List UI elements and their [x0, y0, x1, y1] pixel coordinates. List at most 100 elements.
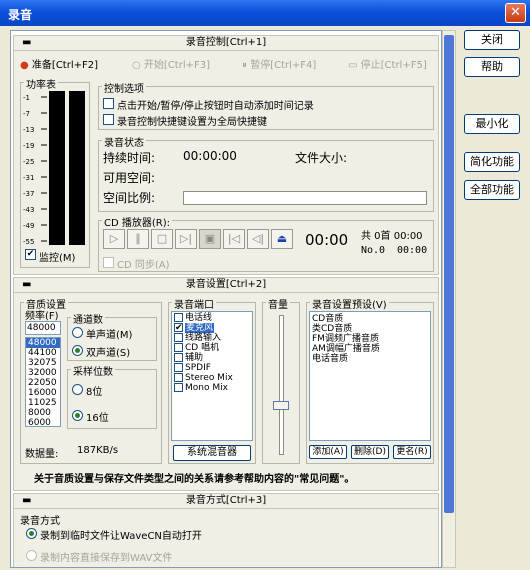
port-item-stereo-mix[interactable]: Stereo Mix	[172, 373, 252, 383]
frequency-combo[interactable]: 48000	[25, 321, 61, 335]
recording-method-header[interactable]: ▬ 录音方式[Ctrl+3]	[14, 494, 438, 509]
port-item-mono-mix[interactable]: Mono Mix	[172, 383, 252, 393]
cd-eject-button[interactable]: ⏏	[271, 229, 293, 249]
list-item[interactable]: CD音质	[310, 314, 430, 324]
save-wav-label: 录制内容直接保存到WAV文件	[40, 553, 173, 564]
port-checkbox[interactable]	[174, 383, 183, 392]
mono-label: 单声道(M)	[86, 330, 133, 341]
data-rate-label: 数据量:	[25, 449, 59, 460]
level-meter: -1 -7 -13 -19 -25 -31 -37 -43 -49 -55	[23, 91, 85, 246]
bit16-radio[interactable]	[72, 410, 83, 421]
list-item[interactable]: 6000	[26, 418, 60, 426]
list-item[interactable]: FM调频广播音质	[310, 334, 430, 344]
cd-prev-track-button[interactable]: |◁	[223, 229, 245, 249]
cd-pause-button[interactable]: ∥	[127, 229, 149, 249]
global-hotkey-checkbox[interactable]	[103, 114, 114, 125]
list-item[interactable]: 类CD音质	[310, 324, 430, 334]
port-checkbox[interactable]	[174, 333, 183, 342]
cd-rewind-button[interactable]: ◁|	[247, 229, 269, 249]
start-icon: ○	[132, 60, 141, 71]
port-item-mic[interactable]: ✔ 麦克风	[172, 323, 252, 333]
list-item[interactable]: 44100	[26, 348, 60, 358]
vertical-scrollbar[interactable]	[442, 30, 456, 568]
bit8-radio[interactable]	[72, 384, 83, 395]
stereo-label: 双声道(S)	[86, 348, 131, 359]
preset-title: 录音设置预设(V)	[310, 296, 389, 311]
cd-play-button[interactable]: ▷	[103, 229, 125, 249]
port-item-aux[interactable]: 辅助	[172, 353, 252, 363]
meter-tick-label: -55	[23, 238, 34, 246]
collapse-icon[interactable]: ▬	[22, 36, 31, 50]
full-features-button[interactable]: 全部功能	[464, 180, 520, 200]
list-item[interactable]: AM调幅广播音质	[310, 344, 430, 354]
system-mixer-button[interactable]: 系统混音器	[173, 445, 251, 461]
cd-player-group: CD 播放器(R): ▷ ∥ □ ▷| ▣ |◁ ◁| ⏏ 00:00 共 0首…	[98, 214, 434, 272]
port-checkbox[interactable]	[174, 373, 183, 382]
rename-preset-button[interactable]: 更名(R)	[393, 445, 431, 459]
frequency-list[interactable]: 48000 44100 32075 32000 22050 16000 1102…	[25, 337, 61, 427]
recording-control-header-label: 录音控制[Ctrl+1]	[185, 37, 267, 48]
port-item-line-in[interactable]: 线路输入	[172, 333, 252, 343]
list-item[interactable]: 22050	[26, 378, 60, 388]
list-item[interactable]: 16000	[26, 388, 60, 398]
port-item-cd[interactable]: CD 唱机	[172, 343, 252, 353]
auto-timestamp-checkbox[interactable]	[103, 98, 114, 109]
port-checkbox[interactable]	[174, 353, 183, 362]
tab-prepare[interactable]: ● 准备[Ctrl+F2]	[20, 56, 98, 71]
port-checkbox[interactable]	[174, 343, 183, 352]
mono-radio[interactable]	[72, 327, 83, 338]
port-checkbox[interactable]	[174, 313, 183, 322]
port-item-phone[interactable]: 电话线	[172, 313, 252, 323]
list-item[interactable]: 32075	[26, 358, 60, 368]
channels-title: 通道数	[71, 311, 105, 326]
list-item[interactable]: 11025	[26, 398, 60, 408]
temp-file-radio[interactable]	[26, 528, 37, 539]
recording-method-panel: ▬ 录音方式[Ctrl+3] 录音方式 录制到临时文件让WaveCN自动打开 录…	[13, 493, 439, 567]
help-button[interactable]: 帮助	[464, 57, 520, 77]
close-window-button[interactable]: ✕	[505, 3, 526, 23]
tab-stop[interactable]: ▭ 停止[Ctrl+F5]	[348, 56, 427, 71]
recording-control-panel: ▬ 录音控制[Ctrl+1] ● 准备[Ctrl+F2] ○ 开始[Ctrl+F…	[13, 35, 439, 275]
close-button[interactable]: 关闭	[464, 30, 520, 50]
port-checkbox[interactable]: ✔	[174, 323, 183, 333]
tab-start[interactable]: ○ 开始[Ctrl+F3]	[132, 56, 210, 71]
delete-preset-button[interactable]: 删除(D)	[351, 445, 389, 459]
list-item[interactable]: 8000	[26, 408, 60, 418]
volume-slider-track	[279, 315, 284, 455]
duration-label: 持续时间:	[103, 151, 156, 165]
volume-slider-thumb[interactable]	[273, 401, 289, 410]
tab-pause[interactable]: ⏸ 暂停[Ctrl+F4]	[242, 56, 316, 71]
power-meter-group: 功率表 -1 -7 -13 -19 -25 -31 -37 -43 -49 -55 ✔ 监控(M)	[20, 76, 90, 268]
collapse-icon[interactable]: ▬	[22, 278, 31, 292]
recording-settings-header[interactable]: ▬ 录音设置[Ctrl+2]	[14, 278, 438, 293]
list-item[interactable]: 32000	[26, 368, 60, 378]
volume-title: 音量	[266, 296, 290, 311]
channels-group: 通道数 单声道(M) 双声道(S)	[67, 311, 157, 361]
cd-next-track-button[interactable]: ▷|	[175, 229, 197, 249]
collapse-icon[interactable]: ▬	[22, 494, 31, 508]
recording-port-title: 录音端口	[172, 296, 216, 311]
port-checkbox[interactable]	[174, 363, 183, 372]
save-wav-radio[interactable]	[26, 550, 37, 561]
bit8-label: 8位	[86, 387, 103, 398]
list-item[interactable]: 电话音质	[310, 354, 430, 364]
port-list[interactable]: 电话线 ✔ 麦克风 线路输入 CD 唱机 辅助 SPDIF Stereo Mix …	[171, 311, 253, 441]
add-preset-button[interactable]: 添加(A)	[309, 445, 347, 459]
recording-status-group: 录音状态 持续时间: 00:00:00 文件大小: 可用空间: 空间比例:	[98, 134, 434, 212]
simplify-button[interactable]: 简化功能	[464, 152, 520, 172]
scrollbar-thumb[interactable]	[444, 35, 454, 513]
list-item[interactable]: 48000	[26, 338, 60, 348]
stop-icon: ▭	[348, 60, 358, 71]
cd-stop-button[interactable]: □	[151, 229, 173, 249]
monitor-checkbox[interactable]: ✔	[25, 249, 36, 260]
cd-sync-checkbox[interactable]	[103, 257, 114, 268]
minimize-button[interactable]: 最小化	[464, 114, 520, 134]
port-item-spdif[interactable]: SPDIF	[172, 363, 252, 373]
recording-control-header[interactable]: ▬ 录音控制[Ctrl+1]	[14, 36, 438, 51]
meter-tick-label: -25	[23, 158, 34, 166]
preset-list[interactable]: CD音质 类CD音质 FM调频广播音质 AM调幅广播音质 电话音质	[309, 311, 431, 441]
cd-fast-forward-button[interactable]: ▣	[199, 229, 221, 249]
control-options-group: 控制选项 点击开始/暂停/停止按钮时自动添加时间记录 录音控制快捷键设置为全局快…	[98, 80, 434, 130]
cd-track-time: 00:00	[397, 245, 428, 256]
stereo-radio[interactable]	[72, 345, 83, 356]
